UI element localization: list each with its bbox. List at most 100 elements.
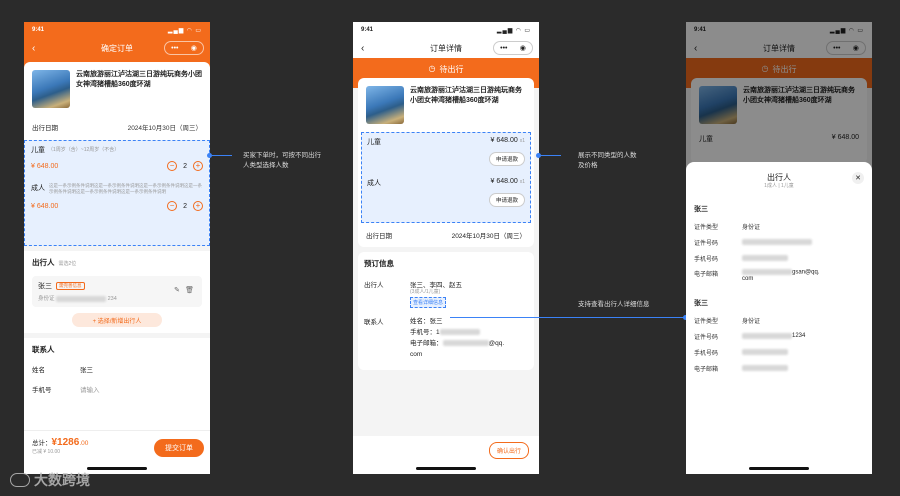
plus-icon[interactable]: + [193, 201, 203, 211]
adult-label: 成人 [31, 185, 45, 192]
status-time: 9:41 [32, 27, 45, 33]
phone-row: 手机号码 [686, 250, 872, 266]
page-title: 确定订单 [101, 43, 133, 53]
date-label: 出行日期 [32, 125, 58, 132]
traveler-1-name: 张三 [694, 206, 708, 213]
product-thumbnail [32, 70, 70, 108]
refund-button[interactable]: 申请退款 [488, 193, 525, 207]
phone-label: 手机号 [32, 387, 52, 394]
email-suffix: @qq. [488, 340, 505, 347]
nav-bar: ‹ 确定订单 ••• ◉ [24, 38, 210, 58]
booking-title: 预订信息 [364, 259, 394, 268]
date-label: 出行日期 [366, 233, 392, 240]
product-card: 云南旅游丽江泸沽湖三日游纯玩商务小团女神湾猪槽船360度环湖 [358, 78, 534, 130]
phone-traveler-sheet: 9:41 ▂▄▆ ◠ ▭ ‹ 订单详情 ••• ◉ ◷ 待出行 云南旅游丽江泸沽… [686, 22, 872, 474]
travel-date-row: 出行日期 2024年10月30日（周三） [358, 223, 534, 247]
field-label: 手机号码 [694, 350, 719, 357]
close-target-icon[interactable]: ◉ [520, 44, 526, 52]
field-label: 电子邮箱 [694, 366, 719, 373]
home-indicator [749, 467, 809, 470]
traveler-bottom-sheet: 出行人 1成人 | 1儿童 ✕ 张三 证件类型 身份证 证件号码 手机号码 电子邮… [686, 162, 872, 474]
logo-icon [10, 473, 30, 487]
name-input[interactable]: 张三 [80, 364, 93, 374]
email-row: 电子邮箱 [686, 360, 872, 376]
signal-icon: ▂▄▆ ◠ ▭ [167, 27, 202, 34]
bottom-bar: 总计： ¥1286 .00 已减 ¥ 10.00 提交订单 [24, 430, 210, 474]
more-icon[interactable]: ••• [171, 45, 178, 52]
traveler-title: 出行人 [32, 258, 55, 267]
cert-no-row: 证件号码 1234 [686, 328, 872, 344]
traveler-label: 出行人 [364, 282, 384, 289]
date-value: 2024年10月30日（周三） [451, 233, 526, 240]
adult-desc: 这是一条示例条件说明这是一条示例条件说明这是一条示例条件说明这是一条示例条件说明… [49, 183, 202, 194]
watermark: 大数跨境 [10, 470, 90, 490]
phone-input[interactable]: 请输入 [80, 384, 100, 394]
submit-order-button[interactable]: 提交订单 [154, 439, 204, 457]
id-type: 身份证 [38, 296, 55, 302]
confirm-trip-button[interactable]: 确认出行 [488, 442, 529, 459]
traveler-2-name: 张三 [694, 300, 708, 307]
phone-order-detail: 9:41 ▂▄▆ ◠ ▭ ‹ 订单详情 ••• ◉ ◷ 待出行 云南旅游丽江泸沽… [353, 22, 539, 474]
signal-icon: ▂▄▆ ◠ ▭ [496, 27, 531, 34]
field-label: 证件号码 [694, 334, 719, 341]
adult-price: ¥ 648.00 [31, 202, 59, 210]
total-cents: .00 [79, 440, 89, 447]
annotation-view-traveler: 支持查看出行人详细信息 [578, 301, 650, 308]
annotation-ticket-select: 买家下单时，可按不同出行 人类型选择人数 [243, 151, 321, 171]
child-price: ¥ 648.00 [490, 137, 518, 144]
mini-program-capsule[interactable]: ••• ◉ [164, 41, 204, 55]
trash-icon[interactable]: 🗑 [185, 286, 194, 294]
back-icon[interactable]: ‹ [361, 43, 364, 54]
plus-icon[interactable]: + [193, 161, 203, 171]
traveler-sub: (3成人/1儿童) [410, 289, 441, 295]
contact-phone: 手机号：1 [410, 329, 440, 336]
cert-type-row: 证件类型 身份证 [686, 218, 872, 234]
adult-qty: 2 [183, 202, 187, 210]
field-label: 证件类型 [694, 318, 719, 325]
contact-email: 电子邮箱： [410, 340, 443, 347]
travel-date-row[interactable]: 出行日期 2024年10月30日（周三） [24, 118, 210, 136]
annotation-text: 买家下单时，可按不同出行 [243, 152, 321, 159]
back-icon[interactable]: ‹ [32, 43, 35, 54]
cert-type-row: 证件类型 身份证 [686, 312, 872, 328]
refund-button[interactable]: 申请退款 [488, 152, 525, 166]
annotation-text: 人类型选择人数 [243, 162, 289, 169]
child-label: 儿童 [367, 139, 381, 146]
date-value: 2024年10月30日（周三） [127, 125, 202, 132]
field-label: 电子邮箱 [694, 272, 719, 278]
adult-ticket: 成人 这是一条示例条件说明这是一条示例条件说明这是一条示例条件说明这是一条示例条… [25, 183, 209, 211]
clock-icon: ◷ [428, 64, 436, 73]
close-icon[interactable]: ✕ [852, 172, 864, 184]
product-title: 云南旅游丽江泸沽湖三日游纯玩商务小团女神湾猪槽船360度环湖 [76, 71, 202, 88]
close-target-icon[interactable]: ◉ [191, 44, 197, 52]
status-badge: 需完善信息 [56, 282, 85, 290]
sheet-subtitle: 1成人 | 1儿童 [764, 183, 794, 189]
traveler-card[interactable]: 张三 需完善信息 身份证 234 ✎ 🗑 [32, 276, 202, 307]
cert-no-tail: 1234 [792, 333, 806, 339]
home-indicator [87, 467, 147, 470]
field-value: 身份证 [742, 318, 761, 325]
add-traveler-button[interactable]: + 选择/新增出行人 [72, 313, 162, 327]
email-com: com [410, 351, 423, 358]
edit-icon[interactable]: ✎ [174, 286, 180, 294]
status-time: 9:41 [361, 27, 374, 33]
contact-section: 联系人 姓名 张三 手机号 请输入 [24, 338, 210, 399]
child-price: ¥ 648.00 [31, 162, 59, 170]
mini-program-capsule[interactable]: ••• ◉ [493, 41, 533, 55]
annotation-line [212, 155, 232, 156]
ticket-summary-highlight: 儿童 ¥ 648.00 x1 申请退款 成人 ¥ 648.00 x1 申请退款 [361, 132, 531, 223]
order-card: 云南旅游丽江泸沽湖三日游纯玩商务小团女神湾猪槽船360度环湖 儿童 ¥ 648.… [358, 78, 534, 247]
product-title: 云南旅游丽江泸沽湖三日游纯玩商务小团女神湾猪槽船360度环湖 [410, 87, 522, 104]
product-card: 云南旅游丽江泸沽湖三日游纯玩商务小团女神湾猪槽船360度环湖 [24, 62, 210, 114]
view-detail-link[interactable]: 查看详细信息 [410, 297, 447, 308]
minus-icon[interactable]: − [167, 161, 178, 171]
watermark-text: 大数跨境 [34, 472, 90, 488]
minus-icon[interactable]: − [167, 201, 178, 211]
booking-info-card: 预订信息 出行人 张三、李四、赵五 (3成人/1儿童) 查看详细信息 联系人 姓… [358, 252, 534, 370]
field-label: 证件类型 [694, 224, 719, 231]
email-tail: gsan@qq. [792, 269, 820, 276]
traveler-hint: 需选2位 [58, 261, 77, 267]
more-icon[interactable]: ••• [500, 45, 507, 52]
annotation-line [450, 317, 686, 318]
product-thumbnail [366, 86, 404, 124]
